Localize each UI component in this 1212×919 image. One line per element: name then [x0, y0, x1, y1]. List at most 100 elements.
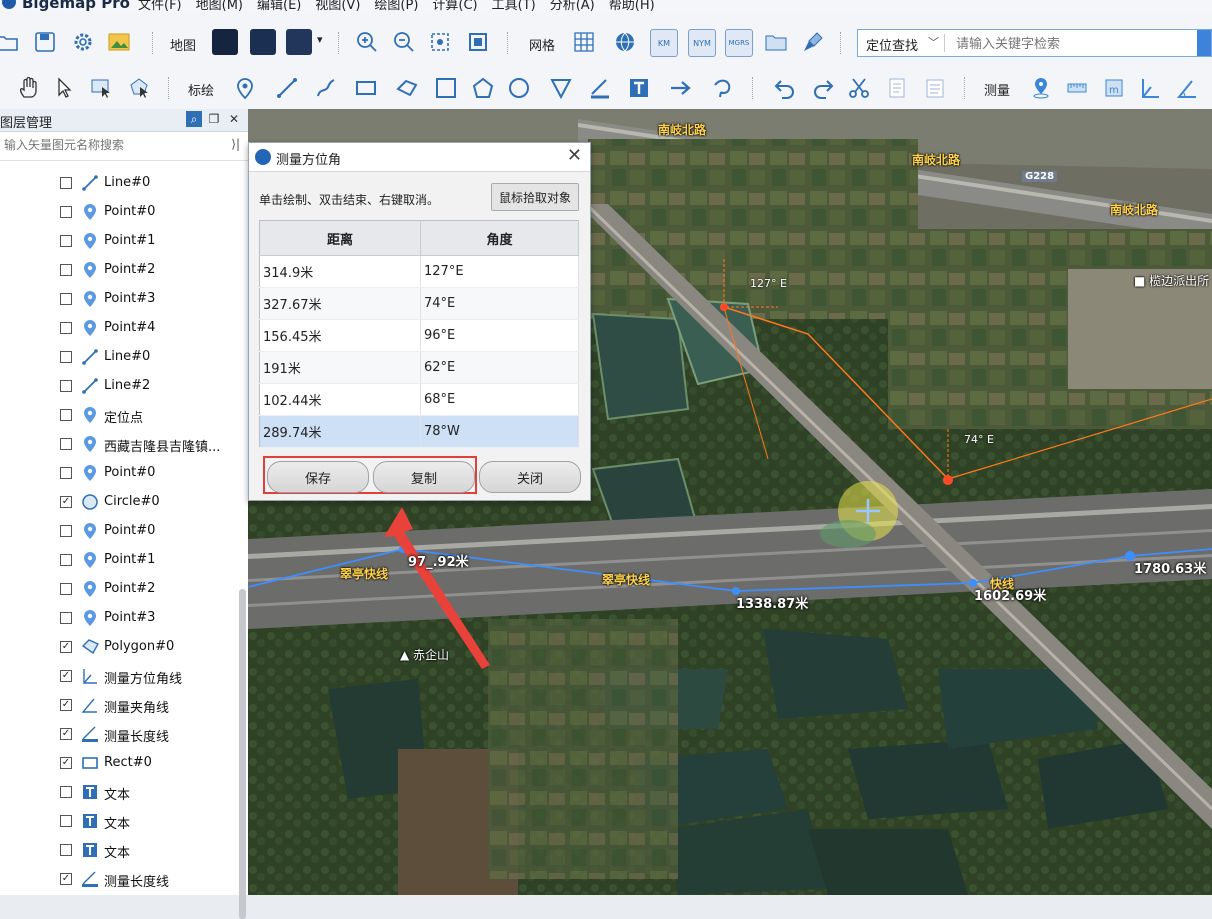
- layer-item[interactable]: Point#2: [0, 256, 240, 285]
- layer-item[interactable]: Point#3: [0, 285, 240, 314]
- column-header-distance[interactable]: 距离: [259, 220, 421, 256]
- layer-checkbox[interactable]: ✓: [60, 873, 72, 885]
- grid-icon[interactable]: [571, 29, 597, 55]
- layer-checkbox[interactable]: ✓: [60, 670, 72, 682]
- column-header-angle[interactable]: 角度: [420, 220, 579, 256]
- layer-checkbox[interactable]: ✓: [60, 641, 72, 653]
- measure-length-icon[interactable]: [1064, 75, 1090, 101]
- layer-item[interactable]: Line#0: [0, 169, 240, 198]
- select-rect-icon[interactable]: [88, 75, 114, 101]
- settings-gear-icon[interactable]: [70, 29, 96, 55]
- menu-analysis[interactable]: 分析(A): [550, 0, 595, 11]
- layer-checkbox[interactable]: [60, 815, 72, 827]
- layer-item[interactable]: ✓ 测量长度线: [0, 865, 240, 894]
- menu-file[interactable]: 文件(F): [138, 0, 182, 11]
- cut-scissors-icon[interactable]: [846, 75, 872, 101]
- grid-nym-button[interactable]: NYM: [688, 29, 716, 57]
- layer-checkbox[interactable]: ✓: [60, 757, 72, 769]
- menu-tools[interactable]: 工具(T): [492, 0, 536, 11]
- draw-rect-icon[interactable]: [353, 75, 379, 101]
- table-row[interactable]: 289.74米 78°W: [259, 415, 579, 448]
- layer-checkbox[interactable]: [60, 409, 72, 421]
- draw-arrow-icon[interactable]: [668, 75, 694, 101]
- layer-checkbox[interactable]: [60, 786, 72, 798]
- table-row[interactable]: 314.9米 127°E: [259, 255, 579, 288]
- search-go-button[interactable]: [1197, 30, 1211, 56]
- draw-sector-icon[interactable]: [548, 75, 574, 101]
- draw-circle-icon[interactable]: [506, 75, 532, 101]
- search-input[interactable]: [954, 33, 1198, 55]
- layer-item[interactable]: Point#3: [0, 604, 240, 633]
- zoom-extent-icon[interactable]: [427, 29, 453, 55]
- layer-item[interactable]: 西藏吉隆县吉隆镇...: [0, 430, 240, 459]
- close-icon[interactable]: ✕: [226, 111, 242, 127]
- layer-checkbox[interactable]: [60, 293, 72, 305]
- collapse-arrow-icon[interactable]: ⟩|: [231, 137, 240, 151]
- layer-item[interactable]: Point#4: [0, 314, 240, 343]
- layer-checkbox[interactable]: [60, 844, 72, 856]
- export-folder-icon[interactable]: [763, 29, 789, 55]
- layer-item[interactable]: ✓ 测量长度线: [0, 720, 240, 749]
- draw-polygon-icon[interactable]: [394, 75, 420, 101]
- grid-mgrs-button[interactable]: MGRS: [725, 29, 753, 57]
- layer-item[interactable]: Line#2: [0, 372, 240, 401]
- layer-item[interactable]: Point#0: [0, 198, 240, 227]
- map-source-hybrid-icon[interactable]: [286, 29, 312, 55]
- menu-calc[interactable]: 计算(C): [432, 0, 477, 11]
- clear-brush-icon[interactable]: [800, 29, 826, 55]
- layer-item[interactable]: 文本: [0, 807, 240, 836]
- chevron-down-icon[interactable]: ﹀: [928, 34, 939, 50]
- map-source-night-icon[interactable]: [212, 29, 238, 55]
- measure-angle-icon[interactable]: [1174, 75, 1200, 101]
- layer-item[interactable]: 文本: [0, 778, 240, 807]
- layer-item[interactable]: ✓ Rect#0: [0, 749, 240, 778]
- layer-item[interactable]: 定位点: [0, 401, 240, 430]
- undo-icon[interactable]: [772, 75, 798, 101]
- save-button[interactable]: 保存: [267, 461, 369, 493]
- layer-checkbox[interactable]: [60, 467, 72, 479]
- search-icon[interactable]: ⌕: [186, 111, 202, 127]
- layer-item[interactable]: Point#1: [0, 227, 240, 256]
- draw-curve-icon[interactable]: [313, 75, 339, 101]
- grid-km-button[interactable]: KM: [650, 29, 678, 57]
- menu-edit[interactable]: 编辑(E): [257, 0, 301, 11]
- layer-checkbox[interactable]: ✓: [60, 699, 72, 711]
- globe-icon[interactable]: [612, 29, 638, 55]
- save-icon[interactable]: [32, 29, 58, 55]
- dialog-title-bar[interactable]: 测量方位角 ✕: [249, 143, 590, 172]
- layer-checkbox[interactable]: [60, 612, 72, 624]
- measure-point-icon[interactable]: [1028, 75, 1054, 101]
- layer-checkbox[interactable]: [60, 264, 72, 276]
- layer-item[interactable]: Point#0: [0, 517, 240, 546]
- draw-square-icon[interactable]: [433, 75, 459, 101]
- restore-window-icon[interactable]: ❐: [206, 111, 222, 127]
- menu-map[interactable]: 地图(M): [196, 0, 243, 11]
- close-icon[interactable]: ✕: [567, 145, 582, 166]
- layer-item[interactable]: Point#0: [0, 459, 240, 488]
- layer-checkbox[interactable]: ✓: [60, 728, 72, 740]
- layer-item[interactable]: ✓ 测量夹角线: [0, 691, 240, 720]
- copy-button[interactable]: 复制: [373, 461, 475, 493]
- layer-item[interactable]: ✓ Circle#0: [0, 488, 240, 517]
- layer-checkbox[interactable]: [60, 206, 72, 218]
- draw-curved-arrow-icon[interactable]: [710, 75, 736, 101]
- pan-hand-icon[interactable]: [16, 75, 42, 101]
- layer-item[interactable]: ✓ Polygon#0: [0, 633, 240, 662]
- draw-point-icon[interactable]: [232, 75, 258, 101]
- image-icon[interactable]: [106, 29, 132, 55]
- search-mode-select[interactable]: 定位查找: [866, 35, 918, 54]
- layer-checkbox[interactable]: [60, 583, 72, 595]
- close-button[interactable]: 关闭: [479, 461, 581, 493]
- menu-draw[interactable]: 绘图(P): [374, 0, 418, 11]
- layer-item[interactable]: Line#0: [0, 343, 240, 372]
- redo-icon[interactable]: [810, 75, 836, 101]
- chevron-down-icon[interactable]: ▾: [317, 33, 323, 46]
- layer-checkbox[interactable]: [60, 380, 72, 392]
- paste-doc-icon[interactable]: [922, 75, 948, 101]
- select-pointer-icon[interactable]: [51, 75, 77, 101]
- draw-line-icon[interactable]: [274, 75, 300, 101]
- table-row[interactable]: 102.44米 68°E: [259, 383, 579, 416]
- select-polygon-icon[interactable]: [126, 75, 152, 101]
- table-row[interactable]: 156.45米 96°E: [259, 319, 579, 352]
- open-folder-icon[interactable]: [0, 29, 20, 55]
